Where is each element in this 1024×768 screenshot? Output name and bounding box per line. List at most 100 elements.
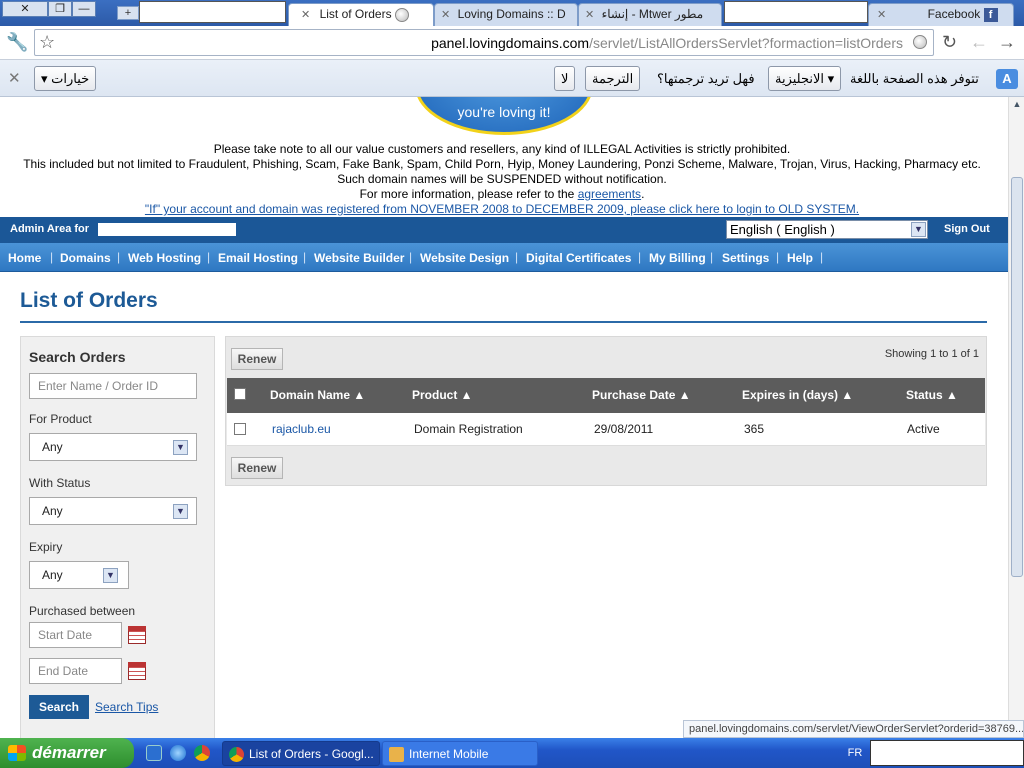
page-info-icon[interactable] bbox=[913, 35, 927, 49]
admin-header: Admin Area for English ( English ) ▼ Sign… bbox=[0, 217, 1008, 243]
back-arrow-icon[interactable]: ← bbox=[970, 32, 988, 53]
renew-button[interactable]: Renew bbox=[231, 348, 283, 370]
close-icon[interactable]: ✕ bbox=[8, 69, 21, 87]
calendar-icon[interactable] bbox=[128, 662, 146, 680]
restore-window-button[interactable]: ❐ bbox=[48, 1, 72, 17]
renew-button-bottom[interactable]: Renew bbox=[231, 457, 283, 479]
windows-logo-icon bbox=[8, 745, 26, 761]
tab-title: Loving Domains :: D bbox=[457, 7, 566, 21]
show-desktop-icon[interactable] bbox=[146, 745, 162, 761]
nav-help[interactable]: Help bbox=[787, 251, 813, 265]
tab-list-of-orders[interactable]: ✕ List of Orders bbox=[288, 3, 434, 27]
nav-email-hosting[interactable]: Email Hosting bbox=[218, 251, 298, 265]
wrench-icon[interactable]: 🔧 bbox=[6, 32, 28, 53]
tab-close-icon[interactable]: ✕ bbox=[301, 9, 310, 21]
nav-home[interactable]: Home bbox=[8, 251, 41, 265]
reload-icon[interactable]: ↻ bbox=[942, 32, 957, 53]
notice-line: This included but not limited to Fraudul… bbox=[23, 157, 981, 171]
language-select[interactable]: English ( English ) ▼ bbox=[726, 220, 928, 239]
agreements-link[interactable]: agreements bbox=[578, 187, 641, 201]
main-nav: Home | Domains | Web Hosting | Email Hos… bbox=[0, 243, 1008, 272]
internet-explorer-icon[interactable] bbox=[170, 745, 186, 761]
minimize-window-button[interactable]: — bbox=[72, 1, 96, 17]
orders-table-header: Domain Name ▲ Product ▲ Purchase Date ▲ … bbox=[227, 378, 985, 413]
name-order-id-input[interactable]: Enter Name / Order ID bbox=[29, 373, 197, 399]
row-checkbox[interactable] bbox=[234, 423, 246, 435]
tab-close-icon[interactable]: ✕ bbox=[585, 9, 594, 21]
title-divider bbox=[20, 321, 987, 323]
url-text: panel.lovingdomains.com/servlet/ListAllO… bbox=[431, 35, 903, 51]
source-language-select[interactable]: الانجليزية ▾ bbox=[768, 66, 842, 91]
no-translate-button[interactable]: لا bbox=[554, 66, 576, 91]
page-scrollbar[interactable]: ▲ bbox=[1008, 97, 1024, 738]
start-button[interactable]: démarrer bbox=[0, 738, 134, 768]
taskbar-item-chrome[interactable]: List of Orders - Googl... bbox=[222, 741, 380, 766]
status-cell: Active bbox=[907, 422, 940, 436]
status-select[interactable]: Any ▼ bbox=[29, 497, 197, 525]
restore-icon: ❐ bbox=[55, 3, 65, 15]
translate-message: تتوفر هذه الصفحة باللغة bbox=[850, 71, 979, 86]
nav-web-hosting[interactable]: Web Hosting bbox=[128, 251, 201, 265]
end-date-input[interactable]: End Date bbox=[29, 658, 122, 684]
new-tab-button[interactable]: + bbox=[117, 6, 139, 20]
globe-icon bbox=[394, 7, 409, 22]
translate-question: فهل تريد ترجمتها؟ bbox=[657, 71, 755, 86]
nav-digital-certificates[interactable]: Digital Certificates bbox=[526, 251, 631, 265]
logo-tagline: you're loving it! bbox=[457, 104, 551, 120]
bookmark-star-icon[interactable]: ☆ bbox=[39, 32, 55, 53]
nav-my-billing[interactable]: My Billing bbox=[649, 251, 706, 265]
tab-close-icon[interactable]: ✕ bbox=[441, 9, 450, 21]
product-cell: Domain Registration bbox=[414, 422, 523, 436]
column-domain-name[interactable]: Domain Name ▲ bbox=[270, 388, 365, 402]
expiry-select[interactable]: Any ▼ bbox=[29, 561, 129, 589]
tab-loving-domains[interactable]: ✕ Loving Domains :: D bbox=[434, 3, 578, 26]
options-button[interactable]: ▾ خيارات bbox=[34, 66, 97, 91]
facebook-icon: f bbox=[983, 7, 998, 22]
forward-arrow-icon[interactable]: → bbox=[998, 32, 1016, 53]
select-all-checkbox[interactable] bbox=[234, 388, 246, 400]
address-bar[interactable]: ☆ panel.lovingdomains.com/servlet/ListAl… bbox=[34, 29, 934, 56]
chrome-icon[interactable] bbox=[194, 745, 210, 761]
search-tips-link[interactable]: Search Tips bbox=[95, 700, 158, 714]
redacted-tab[interactable] bbox=[139, 1, 286, 23]
scrollbar-thumb[interactable] bbox=[1011, 177, 1023, 577]
redacted-account bbox=[98, 223, 236, 236]
column-purchase-date[interactable]: Purchase Date ▲ bbox=[592, 388, 691, 402]
scroll-up-icon[interactable]: ▲ bbox=[1011, 99, 1023, 109]
column-product[interactable]: Product ▲ bbox=[412, 388, 473, 402]
notice-line: Please take note to all our value custom… bbox=[213, 142, 791, 156]
notice-line: Such domain names will be SUSPENDED with… bbox=[337, 172, 667, 186]
page-title: List of Orders bbox=[20, 289, 158, 312]
nav-separator: | bbox=[638, 250, 642, 264]
calendar-icon[interactable] bbox=[128, 626, 146, 644]
column-status[interactable]: Status ▲ bbox=[906, 388, 958, 402]
translate-infobar: ✕ ▾ خيارات لا الترجمة فهل تريد ترجمتها؟ … bbox=[0, 60, 1024, 97]
tab-facebook[interactable]: ✕ Facebook f bbox=[868, 3, 1014, 26]
tab-close-icon[interactable]: ✕ bbox=[877, 9, 886, 21]
translate-button[interactable]: الترجمة bbox=[585, 66, 641, 91]
old-system-link[interactable]: "If" your account and domain was registe… bbox=[145, 202, 859, 216]
site-logo[interactable]: you're loving it! bbox=[415, 97, 593, 135]
taskbar-item-internet-mobile[interactable]: Internet Mobile bbox=[382, 741, 538, 766]
nav-settings[interactable]: Settings bbox=[722, 251, 769, 265]
sign-out-link[interactable]: Sign Out bbox=[944, 223, 990, 235]
tab-mtwer[interactable]: ✕ إنشاء - Mtwer مطور bbox=[578, 3, 722, 26]
purchased-between-label: Purchased between bbox=[29, 604, 136, 618]
redacted-tab[interactable] bbox=[724, 1, 868, 23]
nav-website-design[interactable]: Website Design bbox=[420, 251, 509, 265]
product-select[interactable]: Any ▼ bbox=[29, 433, 197, 461]
nav-separator: | bbox=[409, 250, 413, 264]
chevron-down-icon: ▼ bbox=[103, 568, 118, 583]
start-date-input[interactable]: Start Date bbox=[29, 622, 122, 648]
close-window-button[interactable]: ✕ bbox=[2, 1, 48, 17]
search-button[interactable]: Search bbox=[29, 695, 89, 719]
input-language[interactable]: FR bbox=[840, 738, 870, 768]
nav-website-builder[interactable]: Website Builder bbox=[314, 251, 404, 265]
nav-domains[interactable]: Domains bbox=[60, 251, 111, 265]
close-icon: ✕ bbox=[20, 3, 30, 15]
domain-link[interactable]: rajaclub.eu bbox=[272, 422, 331, 436]
tab-title: Facebook bbox=[927, 7, 981, 21]
nav-separator: | bbox=[303, 250, 307, 264]
column-expires[interactable]: Expires in (days) ▲ bbox=[742, 388, 853, 402]
browser-tab-strip: ✕ ❐ — + ✕ List of Orders ✕ Loving Domain… bbox=[0, 0, 1024, 27]
